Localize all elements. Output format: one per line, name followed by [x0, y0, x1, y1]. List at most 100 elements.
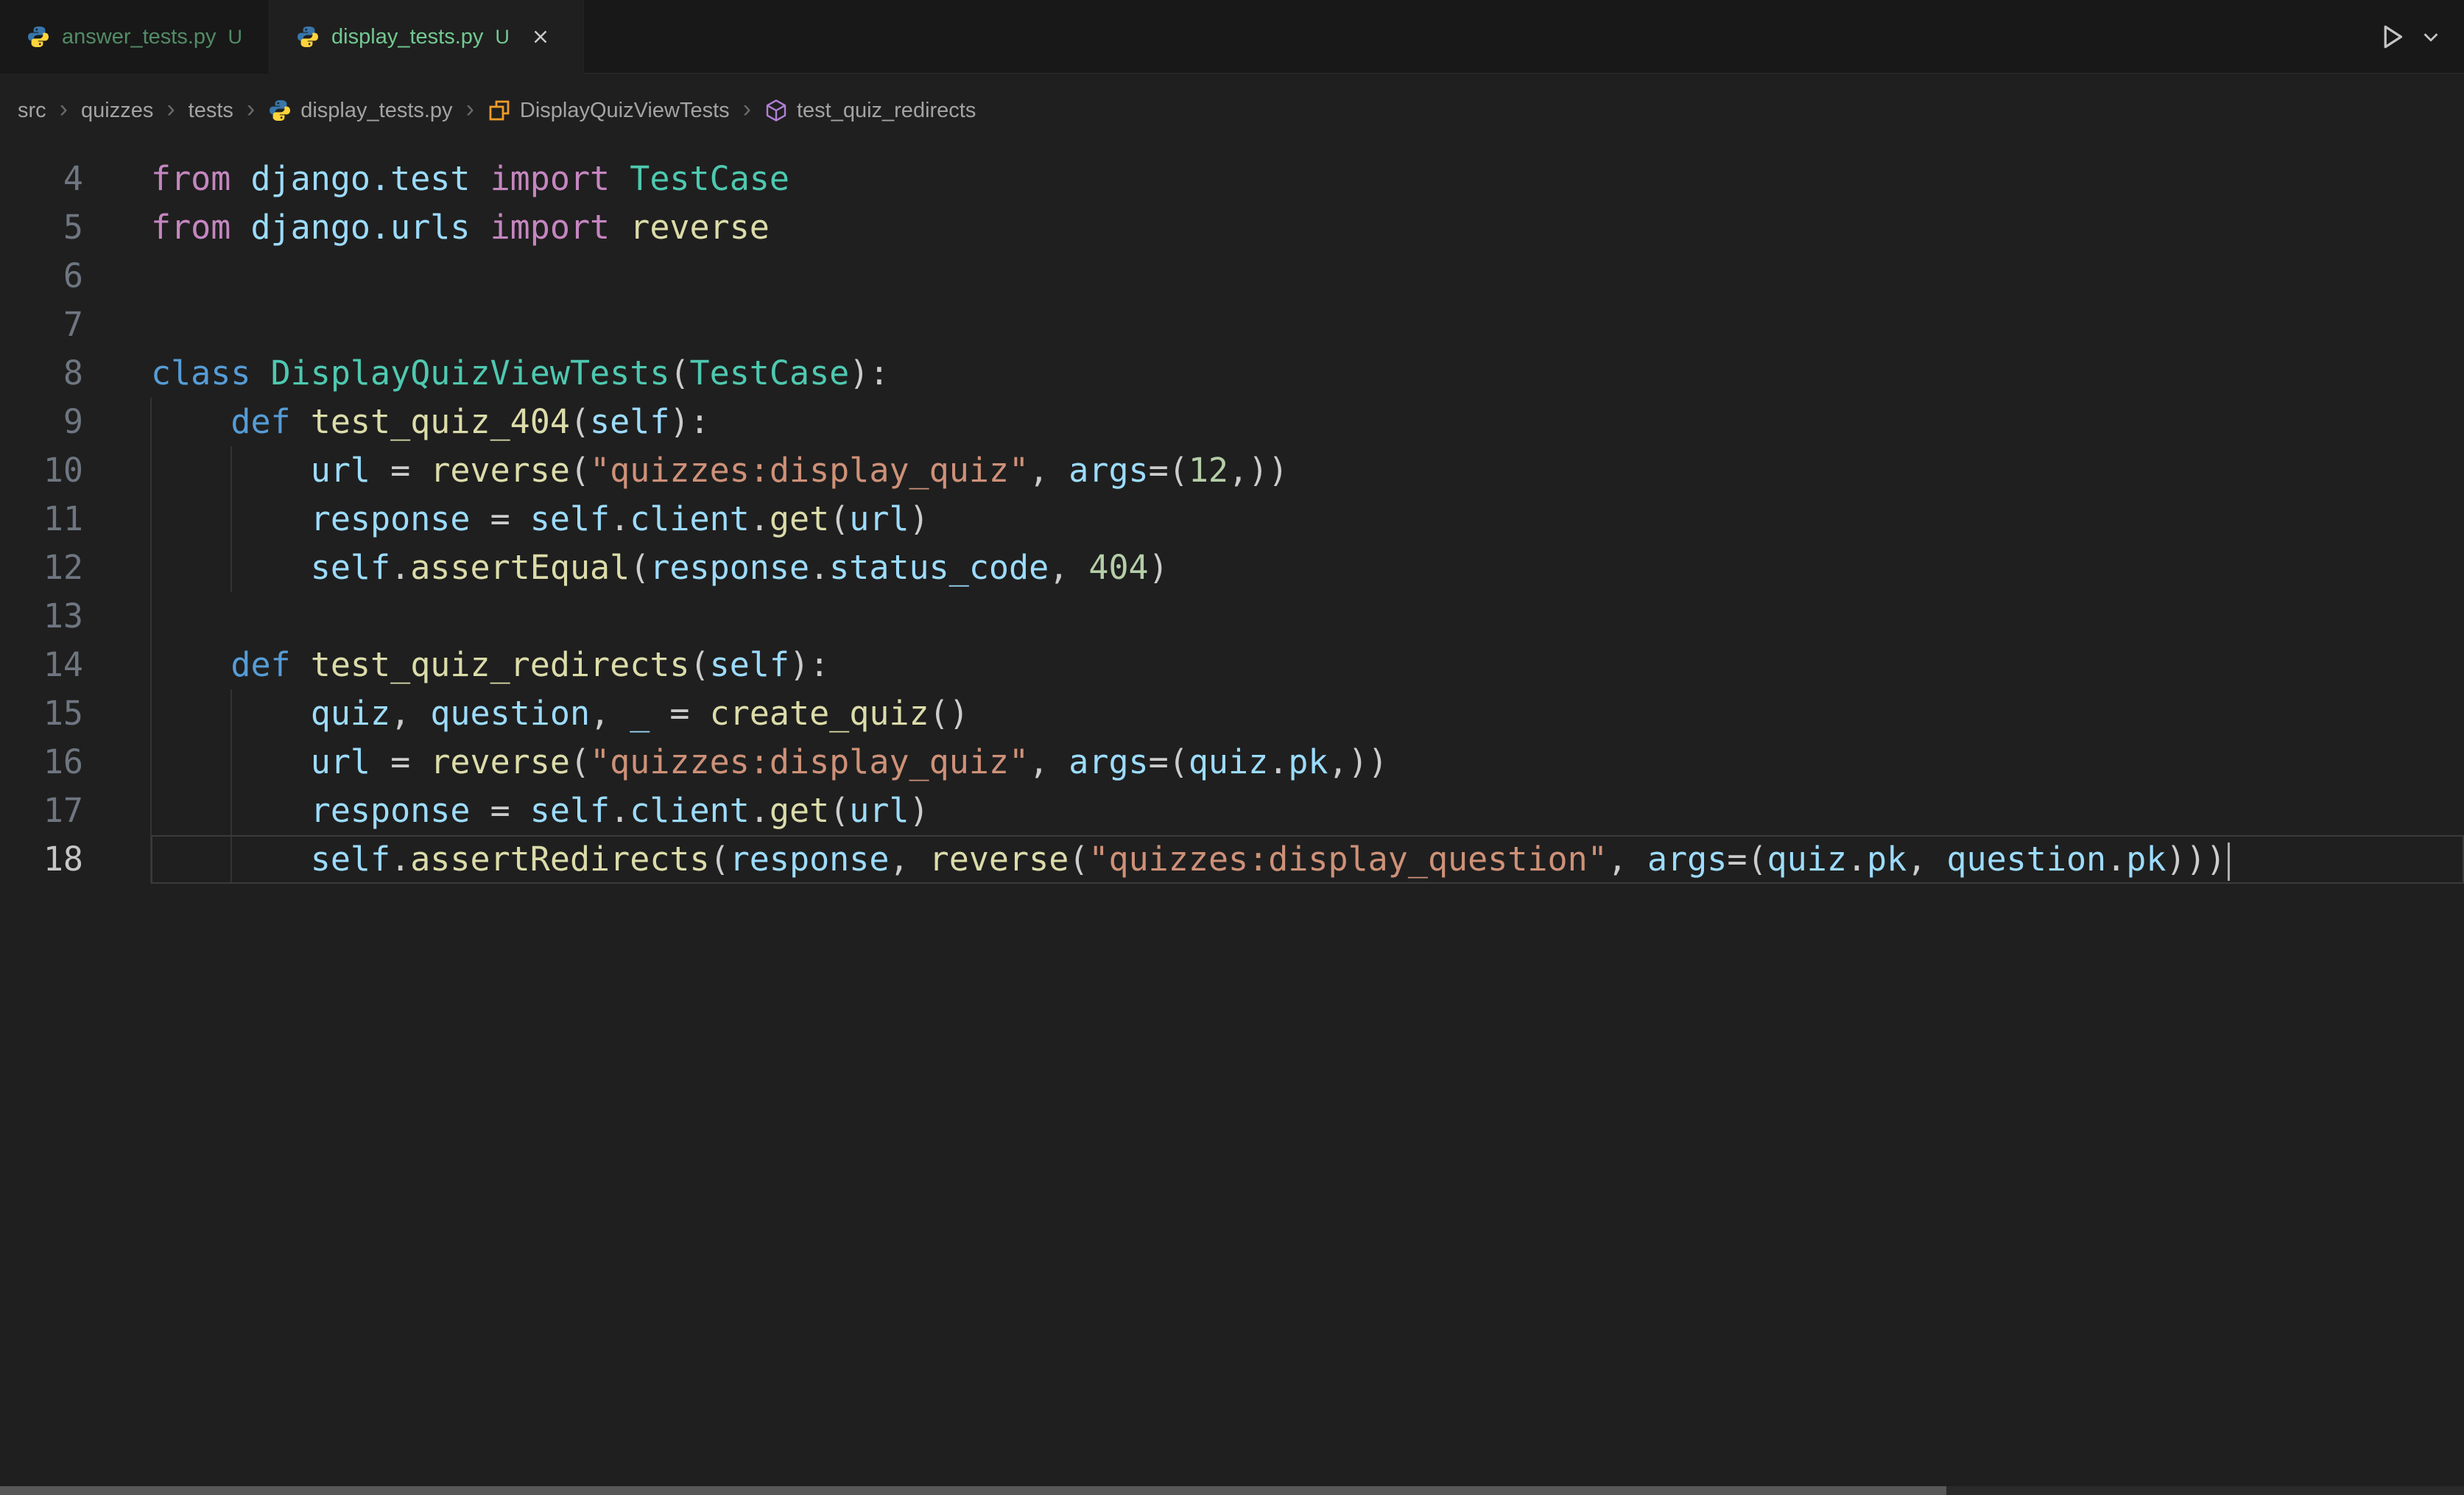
line-number[interactable]: 7: [0, 300, 83, 349]
code-line-14[interactable]: 14 def test_quiz_redirects(self):: [0, 641, 2464, 689]
code-content[interactable]: url = reverse("quizzes:display_quiz", ar…: [151, 738, 2464, 787]
code-token: [230, 159, 250, 198]
horizontal-scrollbar[interactable]: [0, 1486, 2464, 1495]
code-content[interactable]: from django.urls import reverse: [151, 203, 2464, 252]
code-token: [291, 645, 311, 684]
line-number[interactable]: 11: [0, 495, 83, 544]
code-content[interactable]: [151, 592, 2464, 641]
code-token: args: [1647, 840, 1727, 879]
code-token: ): [909, 791, 929, 830]
code-token: (: [570, 742, 590, 781]
code-token: 404: [1088, 548, 1148, 587]
code-token: [151, 499, 311, 538]
line-number[interactable]: 14: [0, 641, 83, 689]
tab-label: answer_tests.py: [62, 25, 217, 49]
line-number[interactable]: 5: [0, 203, 83, 252]
close-tab-button[interactable]: [524, 21, 557, 53]
line-number[interactable]: 10: [0, 446, 83, 495]
code-token: url: [849, 791, 909, 830]
code-token: (: [1069, 840, 1088, 879]
line-number[interactable]: 15: [0, 689, 83, 738]
code-token: self: [530, 499, 610, 538]
code-token: [610, 208, 630, 247]
code-line-10[interactable]: 10 url = reverse("quizzes:display_quiz",…: [0, 446, 2464, 495]
code-line-16[interactable]: 16 url = reverse("quizzes:display_quiz",…: [0, 738, 2464, 787]
code-token: question: [430, 694, 590, 733]
code-content[interactable]: class DisplayQuizViewTests(TestCase):: [151, 349, 2464, 398]
code-content[interactable]: from django.test import TestCase: [151, 155, 2464, 203]
gutter-space: [83, 495, 151, 544]
run-dropdown-chevron-icon[interactable]: [2420, 26, 2442, 48]
code-token: [610, 159, 630, 198]
tab-answer_tests.py[interactable]: answer_tests.py U: [0, 0, 270, 74]
code-token: django.urls: [250, 208, 470, 247]
code-line-5[interactable]: 5 from django.urls import reverse: [0, 203, 2464, 252]
code-content[interactable]: [151, 252, 2464, 300]
code-line-6[interactable]: 6: [0, 252, 2464, 300]
code-token: quiz: [1767, 840, 1847, 879]
code-line-8[interactable]: 8 class DisplayQuizViewTests(TestCase):: [0, 349, 2464, 398]
editor-pane[interactable]: 4 from django.test import TestCase 5 from d…: [0, 147, 2464, 1486]
code-content[interactable]: response = self.client.get(url): [151, 787, 2464, 835]
run-icon[interactable]: [2377, 22, 2407, 52]
gutter-space: [83, 835, 151, 884]
breadcrumb-item-src[interactable]: src: [18, 99, 46, 123]
breadcrumb-label: DisplayQuizViewTests: [520, 99, 730, 123]
code-content[interactable]: self.assertRedirects(response, reverse("…: [151, 835, 2464, 884]
code-content[interactable]: self.assertEqual(response.status_code, 4…: [151, 544, 2464, 592]
line-number[interactable]: 13: [0, 592, 83, 641]
line-number[interactable]: 18: [0, 835, 83, 884]
code-token: ,: [889, 840, 929, 879]
code-token: get: [770, 499, 829, 538]
code-token: 12: [1189, 451, 1228, 490]
code-token: class: [151, 353, 250, 393]
breadcrumb-item-quizzes[interactable]: quizzes: [81, 99, 153, 123]
code-token: pk: [1867, 840, 1907, 879]
code-token: =: [370, 742, 430, 781]
close-icon: [529, 26, 552, 48]
code-token: from: [151, 159, 230, 198]
gutter-space: [83, 689, 151, 738]
breadcrumb-item-test_quiz_redirects[interactable]: test_quiz_redirects: [764, 99, 976, 123]
code-content[interactable]: url = reverse("quizzes:display_quiz", ar…: [151, 446, 2464, 495]
code-token: ):: [669, 402, 709, 441]
code-token: from: [151, 208, 230, 247]
line-number[interactable]: 12: [0, 544, 83, 592]
gutter-space: [83, 446, 151, 495]
code-line-18[interactable]: 18 self.assertRedirects(response, revers…: [0, 835, 2464, 884]
code-content[interactable]: response = self.client.get(url): [151, 495, 2464, 544]
code-content[interactable]: [151, 300, 2464, 349]
code-content[interactable]: def test_quiz_redirects(self):: [151, 641, 2464, 689]
line-number[interactable]: 6: [0, 252, 83, 300]
code-content[interactable]: quiz, question, _ = create_quiz(): [151, 689, 2464, 738]
tab-display_tests.py[interactable]: display_tests.pyU: [270, 0, 584, 74]
line-number[interactable]: 9: [0, 398, 83, 446]
code-token: import: [490, 159, 610, 198]
code-line-17[interactable]: 17 response = self.client.get(url): [0, 787, 2464, 835]
line-number[interactable]: 4: [0, 155, 83, 203]
code-token: =: [471, 499, 530, 538]
scrollbar-thumb[interactable]: [0, 1486, 1946, 1495]
breadcrumb-item-DisplayQuizViewTests[interactable]: DisplayQuizViewTests: [487, 99, 730, 123]
code-token: "quizzes:display_quiz": [590, 742, 1029, 781]
code-line-12[interactable]: 12 self.assertEqual(response.status_code…: [0, 544, 2464, 592]
code-line-11[interactable]: 11 response = self.client.get(url): [0, 495, 2464, 544]
code-line-4[interactable]: 4 from django.test import TestCase: [0, 155, 2464, 203]
code-token: .: [390, 840, 410, 879]
code-line-9[interactable]: 9 def test_quiz_404(self):: [0, 398, 2464, 446]
line-number[interactable]: 8: [0, 349, 83, 398]
line-number[interactable]: 17: [0, 787, 83, 835]
line-number[interactable]: 16: [0, 738, 83, 787]
git-status-badge: U: [228, 26, 243, 49]
breadcrumb-item-display_tests.py[interactable]: display_tests.py: [268, 99, 452, 123]
breadcrumb-item-tests[interactable]: tests: [189, 99, 233, 123]
code-token: create_quiz: [710, 694, 929, 733]
code-token: [151, 402, 230, 441]
code-content[interactable]: def test_quiz_404(self):: [151, 398, 2464, 446]
code-line-7[interactable]: 7: [0, 300, 2464, 349]
code-line-15[interactable]: 15 quiz, question, _ = create_quiz(): [0, 689, 2464, 738]
code-token: .: [750, 791, 770, 830]
gutter-space: [83, 203, 151, 252]
code-line-13[interactable]: 13: [0, 592, 2464, 641]
code-token: TestCase: [690, 353, 850, 393]
